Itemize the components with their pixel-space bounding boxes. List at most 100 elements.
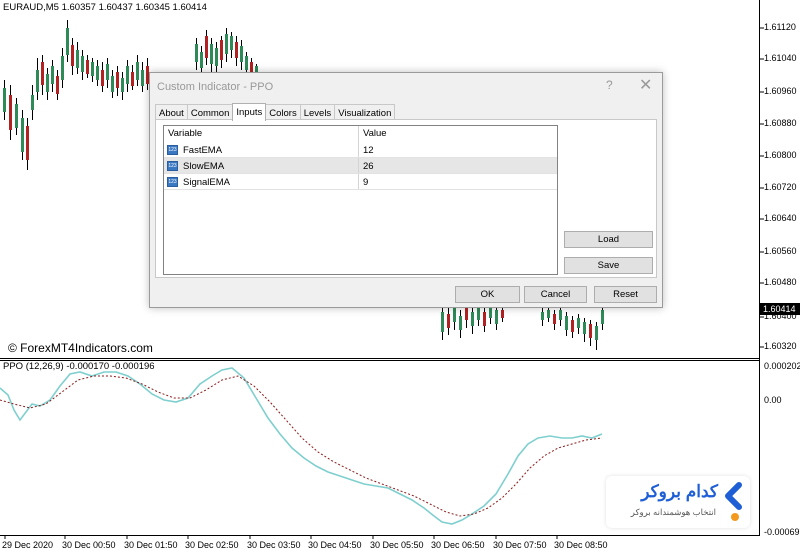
price-tick: 1.60960 [764,86,797,96]
candle-body [61,56,64,80]
close-button[interactable]: ✕ [639,75,652,95]
candle-body [96,66,99,80]
candle-body [240,46,243,62]
candle-body [447,314,450,328]
tab-common[interactable]: Common [186,104,234,120]
tab-visualization[interactable]: Visualization [334,104,396,120]
variable-value[interactable]: 12 [363,145,374,156]
time-tick: 30 Dec 00:50 [62,540,116,550]
candle-body [471,312,474,326]
price-tick: 1.61120 [764,22,796,32]
candle-body [81,56,84,72]
custom-indicator-dialog: Custom Indicator - PPO ? ✕ About Common … [149,72,663,308]
tab-about[interactable]: About [155,104,188,120]
time-tick: 30 Dec 04:50 [308,540,362,550]
table-row[interactable]: 123 SignalEMA 9 [164,174,557,190]
candle-body [210,44,213,64]
candle-body [56,76,59,94]
table-row[interactable]: 123 SlowEMA 26 [164,158,557,174]
load-button[interactable]: Load [564,231,653,248]
candle-body [541,312,544,320]
time-tick: 30 Dec 08:50 [554,540,608,550]
save-button[interactable]: Save [564,257,653,274]
candle-body [465,308,468,320]
candle-body [577,318,580,328]
indicator-tick: -0.000697 [764,527,800,537]
header-value[interactable]: Value [363,128,387,139]
time-tick: 30 Dec 06:50 [431,540,485,550]
candle-body [71,45,74,66]
indicator-info: PPO (12,26,9) -0.000170 -0.000196 [3,361,155,372]
candle-body [205,36,208,58]
variable-name: SlowEMA [183,161,225,172]
price-tick: 1.60720 [764,182,797,192]
tab-inputs[interactable]: Inputs [232,103,267,121]
dialog-title: Custom Indicator - PPO [157,81,274,93]
candle-body [559,310,562,320]
tab-levels[interactable]: Levels [299,104,336,120]
time-tick: 30 Dec 03:50 [247,540,301,550]
indicator-tick: 0.000202 [764,361,800,371]
column-separator [358,174,359,190]
price-tick: 1.60800 [764,150,797,160]
candle-body [589,324,592,338]
table-row[interactable]: 123 FastEMA 12 [164,142,557,158]
candle-body [565,316,568,330]
candle-body [495,310,498,324]
candle-body [46,74,49,92]
brand-logo: کدام بروکر انتخاب هوشمندانه بروکر [606,476,750,528]
candle-body [106,64,109,80]
candle-body [3,88,6,112]
candle-body [230,36,233,50]
tab-colors[interactable]: Colors [265,104,301,120]
price-tick: 1.60640 [764,213,797,223]
price-tick: 1.61040 [764,53,797,63]
table-header: Variable Value [164,126,557,142]
candle-body [583,322,586,334]
brand-dot-icon [731,513,739,521]
candle-body [195,44,198,62]
candle-body [235,42,238,58]
candle-body [245,56,248,70]
candle-body [220,40,223,60]
time-tick: 30 Dec 01:50 [124,540,178,550]
candle-body [86,60,89,74]
candle-body [459,316,462,330]
candle-body [51,66,54,84]
help-button[interactable]: ? [606,78,613,92]
ppo-signal-line [0,375,603,517]
candle-body [225,34,228,54]
variable-value[interactable]: 9 [363,177,368,188]
candle-body [547,310,550,318]
header-variable[interactable]: Variable [168,128,202,139]
candle-body [126,66,129,84]
candle-body [501,310,504,318]
candle-body [571,320,574,332]
candle-body [553,314,556,324]
column-separator [358,158,359,174]
tab-bar: About Common Inputs Colors Levels Visual… [155,103,396,121]
candle-body [131,72,134,86]
candle-body [200,52,203,68]
candle-body [601,310,604,324]
candle-body [9,95,12,130]
cancel-button[interactable]: Cancel [524,286,587,303]
integer-type-icon: 123 [167,177,178,187]
candle-body [15,104,18,128]
watermark-text: © ForexMT4Indicators.com [8,341,153,355]
candle-body [91,62,94,76]
integer-type-icon: 123 [167,145,178,155]
reset-button[interactable]: Reset [594,286,657,303]
ppo-main-line [0,367,603,525]
candle-body [483,312,486,326]
candle-body [215,48,218,66]
candle-body [111,76,114,92]
price-tick: 1.60560 [764,246,797,256]
row-divider [164,189,557,190]
column-separator [358,126,359,142]
ok-button[interactable]: OK [455,286,520,303]
variable-value[interactable]: 26 [363,161,374,172]
brand-chevron-icon [725,482,742,510]
candle-body [136,62,139,80]
time-tick: 29 Dec 2020 [2,540,54,550]
